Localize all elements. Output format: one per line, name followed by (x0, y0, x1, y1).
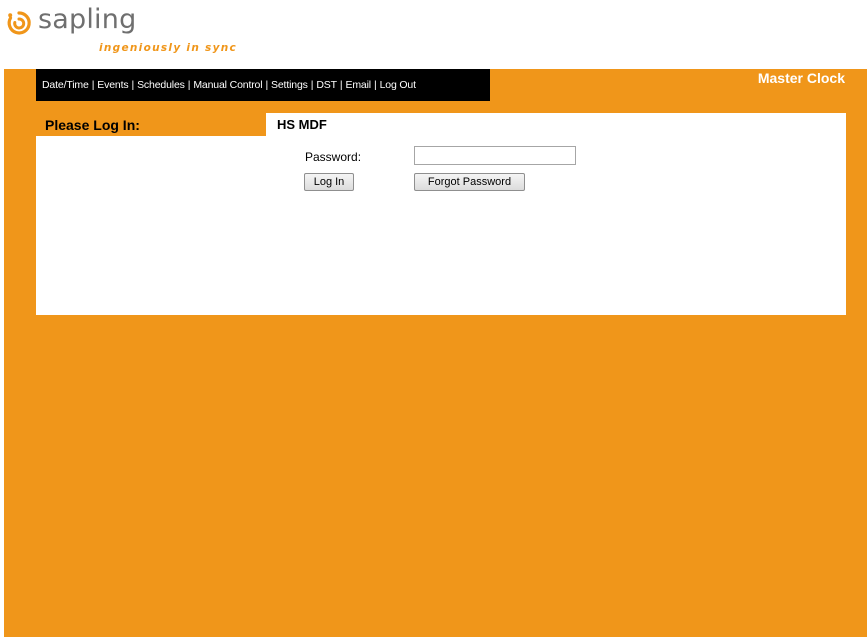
logo-tagline: ingeniously in sync (99, 42, 238, 54)
nav-separator: | (131, 79, 135, 91)
page: sapling ingeniously in sync Date/Time | … (0, 0, 867, 637)
nav-separator: | (265, 79, 269, 91)
nav-dst[interactable]: DST (316, 79, 337, 91)
nav-events[interactable]: Events (97, 79, 128, 91)
nav-settings[interactable]: Settings (271, 79, 308, 91)
login-section-label: Please Log In: (45, 117, 140, 133)
nav-schedules[interactable]: Schedules (137, 79, 185, 91)
sapling-swirl-logo-icon (7, 11, 31, 35)
nav-separator: | (374, 79, 377, 91)
password-label: Password: (305, 150, 362, 164)
nav-log-out[interactable]: Log Out (380, 79, 416, 91)
device-name: HS MDF (277, 117, 327, 132)
nav-separator: | (339, 79, 343, 91)
logo-wordmark: sapling (38, 4, 137, 35)
nav-separator: | (310, 79, 314, 91)
page-title: Master Clock (757, 70, 845, 86)
top-nav: Date/Time | Events | Schedules | Manual … (36, 69, 490, 101)
nav-date-time[interactable]: Date/Time (42, 79, 89, 91)
forgot-password-button[interactable]: Forgot Password (414, 173, 525, 191)
login-panel (36, 113, 846, 315)
nav-separator: | (187, 79, 191, 91)
nav-separator: | (91, 79, 95, 91)
sapling-logo[interactable]: sapling ingeniously in sync (6, 4, 286, 64)
log-in-button[interactable]: Log In (304, 173, 354, 191)
password-input[interactable] (414, 146, 576, 165)
nav-manual-control[interactable]: Manual Control (193, 79, 262, 91)
nav-email[interactable]: Email (345, 79, 371, 91)
